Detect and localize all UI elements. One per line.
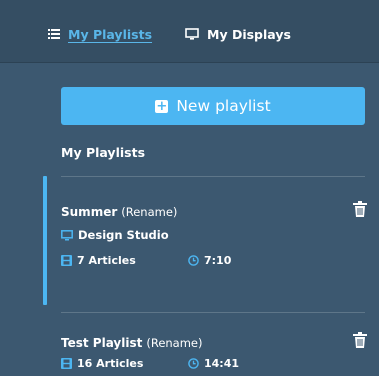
list-icon (48, 29, 60, 39)
film-icon (61, 358, 72, 369)
clock-icon (188, 358, 199, 369)
divider (61, 176, 365, 177)
tab-my-displays-label: My Displays (207, 26, 291, 42)
tab-my-playlists[interactable]: My Playlists (48, 25, 152, 43)
playlist-item-summer[interactable]: Summer (Rename) Design Studio 7 Articles… (61, 201, 367, 267)
monitor-icon (185, 28, 199, 40)
playlist-item-test-playlist[interactable]: Test Playlist (Rename) 16 Articles 14:41 (61, 332, 367, 370)
display-name: Design Studio (78, 228, 169, 242)
duration: 14:41 (188, 357, 239, 370)
trash-icon[interactable] (353, 332, 367, 352)
tab-my-displays[interactable]: My Displays (185, 25, 291, 43)
monitor-icon (61, 229, 73, 241)
playlist-meta: 7 Articles 7:10 (61, 254, 367, 267)
playlist-display: Design Studio (61, 228, 367, 242)
playlist-title-row: Summer (Rename) (61, 205, 367, 219)
rename-link[interactable]: (Rename) (121, 205, 177, 219)
selected-indicator (43, 176, 47, 305)
playlist-name[interactable]: Test Playlist (61, 336, 142, 350)
playlists-panel: + New playlist My Playlists Summer (Renam… (43, 63, 367, 376)
tab-my-playlists-label: My Playlists (68, 26, 153, 42)
top-navigation: My Playlists My Displays (0, 0, 379, 63)
playlist-meta: 16 Articles 14:41 (61, 357, 367, 370)
duration: 7:10 (188, 254, 231, 267)
new-playlist-button[interactable]: + New playlist (61, 87, 365, 125)
section-title: My Playlists (61, 145, 146, 160)
article-count: 16 Articles (77, 357, 144, 370)
rename-link[interactable]: (Rename) (146, 336, 202, 350)
plus-square-icon: + (155, 98, 169, 114)
film-icon (61, 255, 72, 266)
article-count: 7 Articles (77, 254, 136, 267)
clock-icon (188, 255, 199, 266)
divider (61, 312, 365, 313)
duration-value: 14:41 (204, 357, 240, 370)
playlist-name[interactable]: Summer (61, 205, 117, 219)
duration-value: 7:10 (204, 254, 232, 267)
new-playlist-button-label: New playlist (176, 97, 271, 115)
playlist-title-row: Test Playlist (Rename) (61, 336, 367, 350)
trash-icon[interactable] (353, 201, 367, 221)
